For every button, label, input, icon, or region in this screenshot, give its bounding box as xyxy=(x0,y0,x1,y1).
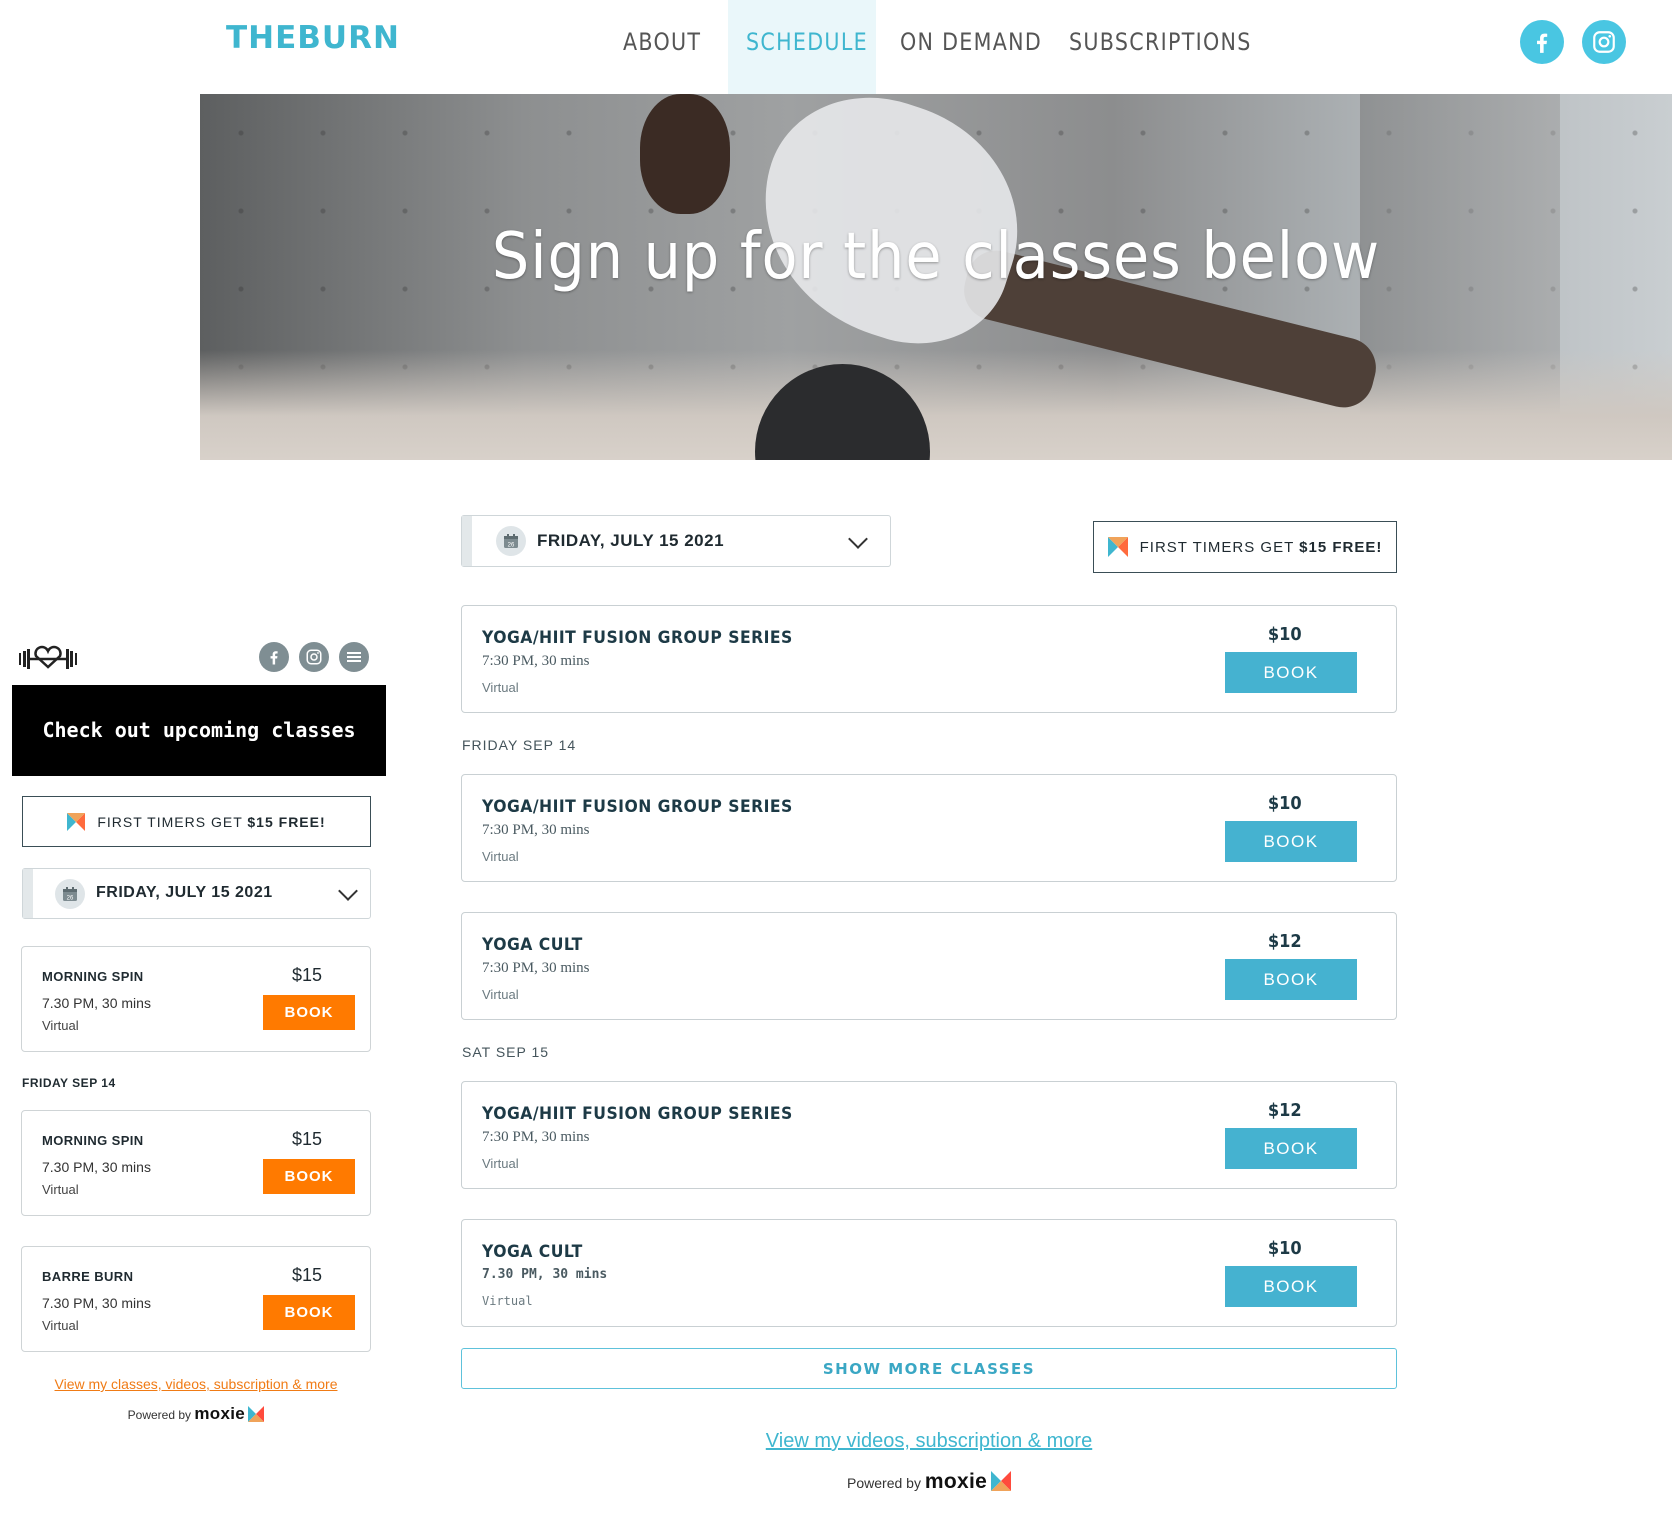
promo-text: FIRST TIMERS GET $15 FREE! xyxy=(97,813,326,830)
class-location: Virtual xyxy=(42,1318,79,1333)
brand-logo[interactable]: THEBURN xyxy=(226,20,400,56)
nav-about[interactable]: ABOUT xyxy=(623,0,701,94)
date-selector-value: FRIDAY, JULY 15 2021 xyxy=(96,884,273,901)
instagram-icon[interactable] xyxy=(1582,20,1626,64)
hero-ground xyxy=(200,350,1672,460)
calendar-icon: 26 xyxy=(496,526,526,556)
class-time: 7.30 PM, 30 mins xyxy=(42,995,151,1011)
class-title: MORNING SPIN xyxy=(42,969,144,984)
heart-dumbbell-logo-icon[interactable] xyxy=(18,645,78,671)
class-card: YOGA/HIIT FUSION GROUP SERIES 7:30 PM, 3… xyxy=(461,774,1397,882)
book-button[interactable]: BOOK xyxy=(1225,821,1357,862)
date-selector-value: FRIDAY, JULY 15 2021 xyxy=(537,531,725,550)
class-price: $10 xyxy=(1268,1238,1303,1259)
powered-by: Powered by moxie xyxy=(800,1470,1058,1494)
svg-text:26: 26 xyxy=(508,543,515,549)
class-time: 7:30 PM, 30 mins xyxy=(482,1129,590,1145)
powered-by-label: Powered by xyxy=(127,1408,192,1422)
class-price: $12 xyxy=(1268,1100,1303,1121)
moxie-logo-icon xyxy=(990,1471,1011,1491)
nav-on-demand[interactable]: ON DEMAND xyxy=(900,0,1042,94)
svg-text:26: 26 xyxy=(67,896,74,902)
moxie-logo-icon xyxy=(1107,537,1128,557)
account-link[interactable]: View my videos, subscription & more xyxy=(700,1430,1158,1453)
class-time: 7.30 PM, 30 mins xyxy=(42,1159,151,1175)
mobile-date-selector[interactable]: 26 FRIDAY, JULY 15 2021 xyxy=(22,868,371,919)
facebook-icon[interactable] xyxy=(1520,20,1564,64)
moxie-wordmark[interactable]: moxie xyxy=(925,1470,987,1493)
class-title: YOGA CULT xyxy=(482,935,583,955)
day-label: FRIDAY SEP 14 xyxy=(22,1076,116,1090)
mobile-facebook-icon[interactable] xyxy=(259,642,289,672)
class-time: 7.30 PM, 30 mins xyxy=(42,1295,151,1311)
class-card: YOGA/HIIT FUSION GROUP SERIES 7:30 PM, 3… xyxy=(461,1081,1397,1189)
class-location: Virtual xyxy=(482,987,519,1002)
class-title: YOGA/HIIT FUSION GROUP SERIES xyxy=(482,797,793,817)
date-selector[interactable]: 26 FRIDAY, JULY 15 2021 xyxy=(461,515,891,567)
powered-by-label: Powered by xyxy=(847,1475,921,1491)
date-selector-stripe xyxy=(23,869,33,918)
book-button[interactable]: BOOK xyxy=(1225,1128,1357,1169)
mobile-instagram-icon[interactable] xyxy=(299,642,329,672)
class-title: BARRE BURN xyxy=(42,1269,134,1284)
class-location: Virtual xyxy=(42,1182,79,1197)
class-time: 7:30 PM, 30 mins xyxy=(482,960,590,976)
chevron-down-icon xyxy=(848,529,868,549)
date-selector-stripe xyxy=(462,516,472,566)
class-title: YOGA CULT xyxy=(482,1242,583,1262)
day-label: SAT SEP 15 xyxy=(462,1044,550,1060)
book-button[interactable]: BOOK xyxy=(263,1295,355,1330)
class-title: YOGA/HIIT FUSION GROUP SERIES xyxy=(482,628,793,648)
site-header: THEBURN ABOUT SCHEDULE ON DEMAND SUBSCRI… xyxy=(0,0,1672,94)
mobile-powered-by: Powered by moxie xyxy=(80,1404,312,1424)
class-location: Virtual xyxy=(482,1294,533,1308)
mobile-class-card: BARRE BURN 7.30 PM, 30 mins Virtual $15 … xyxy=(21,1246,371,1352)
book-button[interactable]: BOOK xyxy=(263,1159,355,1194)
day-label: FRIDAY SEP 14 xyxy=(462,737,577,753)
class-price: $15 xyxy=(291,1129,322,1149)
class-location: Virtual xyxy=(482,849,519,864)
class-price: $15 xyxy=(291,1265,322,1285)
class-price: $12 xyxy=(1268,931,1303,952)
mobile-banner: Check out upcoming classes xyxy=(12,685,386,776)
nav-schedule[interactable]: SCHEDULE xyxy=(746,0,868,94)
class-location: Virtual xyxy=(42,1018,79,1033)
first-timer-promo[interactable]: FIRST TIMERS GET $15 FREE! xyxy=(1093,521,1397,573)
promo-text: FIRST TIMERS GET $15 FREE! xyxy=(1139,538,1383,556)
book-button[interactable]: BOOK xyxy=(263,995,355,1030)
book-button[interactable]: BOOK xyxy=(1225,959,1357,1000)
mobile-first-timer-promo[interactable]: FIRST TIMERS GET $15 FREE! xyxy=(22,796,371,847)
class-price: $10 xyxy=(1268,793,1303,814)
class-title: YOGA/HIIT FUSION GROUP SERIES xyxy=(482,1104,793,1124)
show-more-classes-button[interactable]: SHOW MORE CLASSES xyxy=(461,1348,1397,1389)
chevron-down-icon xyxy=(338,881,358,901)
mobile-class-card: MORNING SPIN 7.30 PM, 30 mins Virtual $1… xyxy=(21,946,371,1052)
hero-banner: Sign up for the classes below xyxy=(200,94,1672,460)
book-button[interactable]: BOOK xyxy=(1225,1266,1357,1307)
mobile-account-link[interactable]: View my classes, videos, subscription & … xyxy=(30,1376,362,1392)
class-time: 7:30 PM, 30 mins xyxy=(482,822,590,838)
class-time: 7:30 PM, 30 mins xyxy=(482,653,590,669)
class-card: YOGA/HIIT FUSION GROUP SERIES 7:30 PM, 3… xyxy=(461,605,1397,713)
class-title: MORNING SPIN xyxy=(42,1133,144,1148)
hero-athlete-head xyxy=(640,94,730,214)
class-price: $10 xyxy=(1268,624,1303,645)
moxie-logo-icon xyxy=(248,1406,265,1422)
class-time: 7.30 PM, 30 mins xyxy=(482,1267,608,1282)
calendar-icon: 26 xyxy=(55,879,85,909)
class-card: YOGA CULT 7:30 PM, 30 mins Virtual $12 B… xyxy=(461,912,1397,1020)
mobile-class-card: MORNING SPIN 7.30 PM, 30 mins Virtual $1… xyxy=(21,1110,371,1216)
moxie-wordmark[interactable]: moxie xyxy=(194,1404,245,1423)
class-card: YOGA CULT 7.30 PM, 30 mins Virtual $10 B… xyxy=(461,1219,1397,1327)
book-button[interactable]: BOOK xyxy=(1225,652,1357,693)
class-location: Virtual xyxy=(482,1156,519,1171)
nav-subscriptions[interactable]: SUBSCRIPTIONS xyxy=(1069,0,1252,94)
class-location: Virtual xyxy=(482,680,519,695)
hero-title: Sign up for the classes below xyxy=(491,220,1381,294)
moxie-logo-icon xyxy=(67,812,86,831)
menu-icon[interactable] xyxy=(339,642,369,672)
class-price: $15 xyxy=(291,965,322,985)
